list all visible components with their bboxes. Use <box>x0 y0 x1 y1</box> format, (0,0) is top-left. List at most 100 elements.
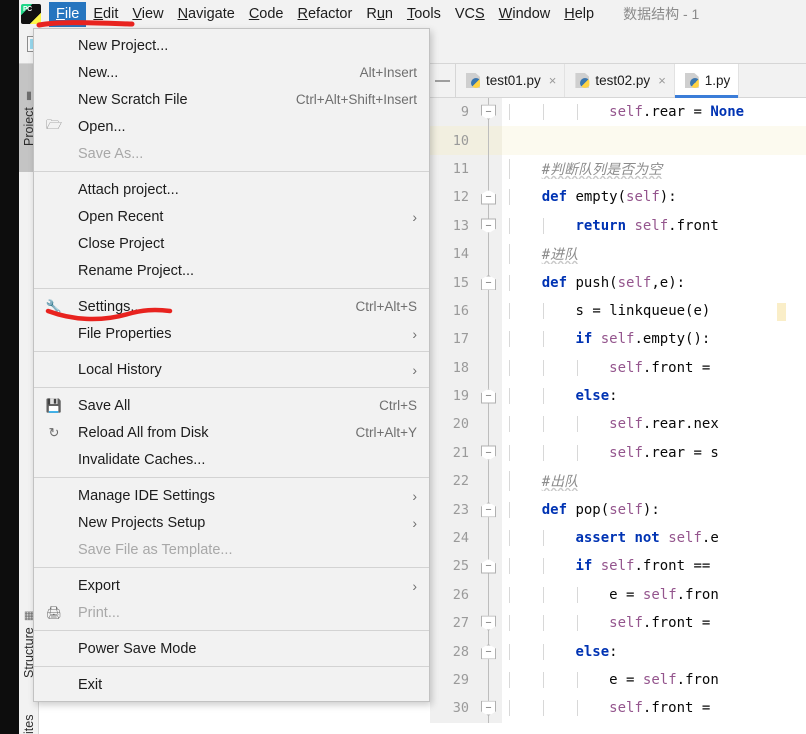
fold-gutter[interactable] <box>476 126 502 155</box>
code-line[interactable]: 22 #出队 <box>430 467 806 496</box>
fold-gutter[interactable] <box>476 410 502 439</box>
menubar-item-run[interactable]: Run <box>359 2 400 27</box>
line-number: 19 <box>430 381 476 411</box>
fold-collapse-icon[interactable]: − <box>481 189 496 205</box>
code-line[interactable]: 10 <box>430 126 806 155</box>
menu-item-manage-ide-settings[interactable]: Manage IDE Settings › <box>34 482 429 509</box>
fold-gutter[interactable]: − <box>476 609 502 638</box>
code-line[interactable]: 12− def empty(self): <box>430 183 806 212</box>
menubar-item-tools[interactable]: Tools <box>400 2 448 27</box>
menu-item-local-history[interactable]: Local History › <box>34 356 429 383</box>
fold-gutter[interactable]: − <box>476 637 502 666</box>
fold-end-icon[interactable]: − <box>481 615 496 631</box>
code-line[interactable]: 11 #判断队列是否为空 <box>430 154 806 184</box>
code-line[interactable]: 28− else: <box>430 637 806 666</box>
fold-gutter[interactable] <box>476 353 502 382</box>
code-line[interactable]: 18 self.front = <box>430 353 806 382</box>
fold-end-icon[interactable]: − <box>481 700 496 716</box>
close-icon[interactable]: × <box>658 73 666 88</box>
menu-item-settings[interactable]: 🔧 Settings... Ctrl+Alt+S <box>34 293 429 320</box>
menu-item-power-save-mode[interactable]: Power Save Mode <box>34 635 429 662</box>
sidebar-item-favorites[interactable]: ites <box>19 704 39 734</box>
wrench-icon: 🔧 <box>45 298 63 314</box>
menu-item-new-projects-setup[interactable]: New Projects Setup › <box>34 509 429 536</box>
fold-gutter[interactable]: − <box>476 183 502 212</box>
code-line[interactable]: 20 self.rear.nex <box>430 410 806 439</box>
code-line[interactable]: 23− def pop(self): <box>430 495 806 524</box>
fold-end-icon[interactable]: − <box>481 445 496 461</box>
menu-item-new-scratch-file[interactable]: New Scratch File Ctrl+Alt+Shift+Insert <box>34 86 429 113</box>
fold-gutter[interactable] <box>476 665 502 695</box>
menubar-item-window[interactable]: Window <box>492 2 558 27</box>
menubar-item-code[interactable]: Code <box>242 2 291 27</box>
fold-gutter[interactable] <box>476 467 502 496</box>
code-line[interactable]: 24 assert not self.e <box>430 523 806 553</box>
fold-collapse-icon[interactable]: − <box>481 275 496 291</box>
close-icon[interactable]: × <box>549 73 557 88</box>
code-line[interactable]: 19− else: <box>430 381 806 411</box>
menu-item-export[interactable]: Export › <box>34 572 429 599</box>
editor-tab-test02[interactable]: test02.py × <box>565 64 675 97</box>
menu-item-open[interactable]: 🗁 Open... <box>34 113 429 140</box>
fold-gutter[interactable] <box>476 523 502 553</box>
fold-collapse-icon[interactable]: − <box>481 644 496 660</box>
menu-item-rename-project[interactable]: Rename Project... <box>34 257 429 284</box>
editor-tab-1py[interactable]: 1.py <box>674 64 740 98</box>
menu-item-invalidate-caches[interactable]: Invalidate Caches... <box>34 446 429 473</box>
menubar-item-file[interactable]: File <box>49 1 87 27</box>
menu-item-exit[interactable]: Exit <box>34 671 429 698</box>
menubar-item-view[interactable]: View <box>125 2 170 27</box>
file-menu-dropdown[interactable]: New Project... New... Alt+Insert New Scratc… <box>33 28 430 702</box>
fold-collapse-icon[interactable]: − <box>481 388 496 404</box>
fold-gutter[interactable] <box>476 325 502 354</box>
editor-tab-test01[interactable]: test01.py × <box>456 64 566 97</box>
menu-item-close-project[interactable]: Close Project <box>34 230 429 257</box>
fold-end-icon[interactable]: − <box>481 104 496 120</box>
fold-gutter[interactable] <box>476 580 502 610</box>
code-line[interactable]: 13− return self.front <box>430 211 806 240</box>
code-line[interactable]: 14 #进队 <box>430 239 806 269</box>
fold-gutter[interactable]: − <box>476 694 502 723</box>
code-line[interactable]: 15− def push(self,e): <box>430 268 806 297</box>
menu-item-attach-project[interactable]: Attach project... <box>34 176 429 203</box>
code-editor[interactable]: 9− self.rear = None 10 11 #判断队列是否为空 12− def… <box>430 98 806 734</box>
menu-item-new[interactable]: New... Alt+Insert <box>34 59 429 86</box>
code-line[interactable]: 26 e = self.fron <box>430 580 806 610</box>
fold-gutter[interactable]: − <box>476 98 502 127</box>
menu-item-open-recent[interactable]: Open Recent › <box>34 203 429 230</box>
code-line[interactable]: 21− self.rear = s <box>430 438 806 468</box>
fold-gutter[interactable]: − <box>476 552 502 581</box>
menubar-item-vcs[interactable]: VCS <box>448 2 492 27</box>
menubar-item-edit[interactable]: Edit <box>86 2 125 27</box>
fold-gutter[interactable] <box>476 239 502 269</box>
collapse-editor-button[interactable]: — <box>430 64 456 97</box>
menu-item-save-all[interactable]: 💾 Save All Ctrl+S <box>34 392 429 419</box>
menubar-item-help[interactable]: Help <box>557 2 601 27</box>
menu-item-file-properties[interactable]: File Properties › <box>34 320 429 347</box>
indent-guide <box>542 700 544 717</box>
code-text: #出队 <box>502 471 806 492</box>
menubar-item-refactor[interactable]: Refactor <box>291 2 360 27</box>
code-line[interactable]: 30− self.front = <box>430 694 806 723</box>
fold-gutter[interactable]: − <box>476 495 502 524</box>
fold-gutter[interactable]: − <box>476 438 502 468</box>
menu-item-new-project[interactable]: New Project... <box>34 32 429 59</box>
code-line[interactable]: 16 s = linkqueue(e) <box>430 296 806 326</box>
fold-gutter[interactable] <box>476 154 502 184</box>
menu-item-reload-all-from-disk[interactable]: ↻ Reload All from Disk Ctrl+Alt+Y <box>34 419 429 446</box>
fold-gutter[interactable] <box>476 296 502 326</box>
indent-guide <box>509 331 510 348</box>
code-line[interactable]: 29 e = self.fron <box>430 665 806 695</box>
code-line[interactable]: 27− self.front = <box>430 609 806 638</box>
menubar-item-navigate[interactable]: Navigate <box>171 2 242 27</box>
fold-collapse-icon[interactable]: − <box>481 558 496 574</box>
fold-collapse-icon[interactable]: − <box>481 502 496 518</box>
fold-gutter[interactable]: − <box>476 268 502 297</box>
fold-end-icon[interactable]: − <box>481 218 496 234</box>
code-line[interactable]: 25− if self.front == <box>430 552 806 581</box>
code-line[interactable]: 17 if self.empty(): <box>430 325 806 354</box>
code-line[interactable]: 9− self.rear = None <box>430 98 806 127</box>
line-number: 13 <box>430 211 476 240</box>
fold-gutter[interactable]: − <box>476 381 502 411</box>
fold-gutter[interactable]: − <box>476 211 502 240</box>
